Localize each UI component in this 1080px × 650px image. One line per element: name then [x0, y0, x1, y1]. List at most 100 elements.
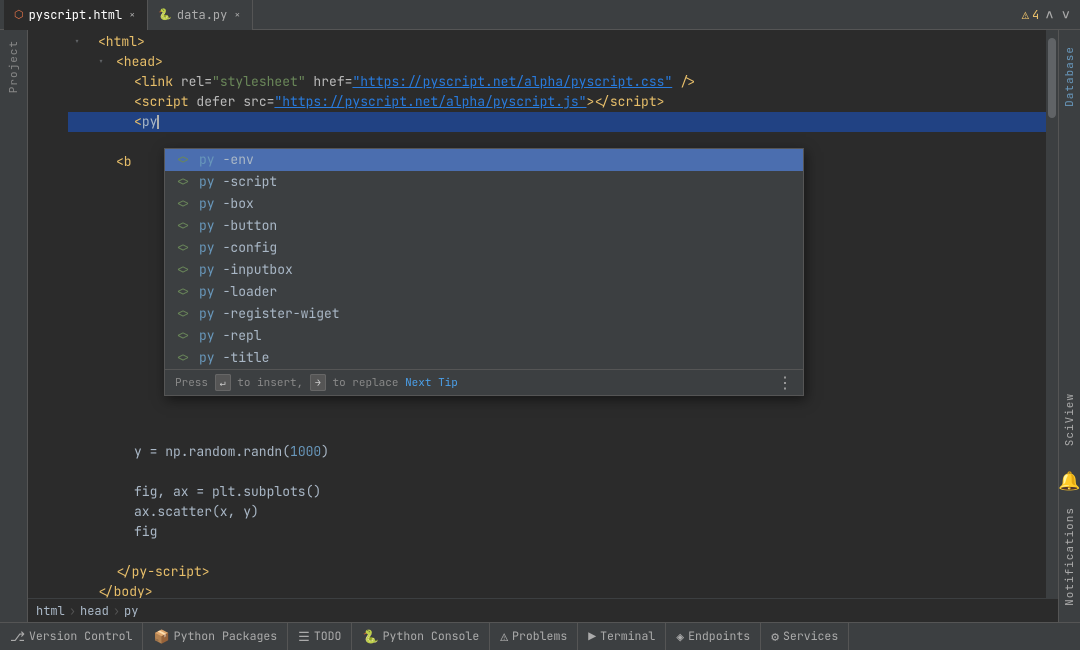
status-endpoints[interactable]: ◈ Endpoints: [666, 623, 761, 650]
tab-pyscript-label: pyscript.html: [29, 7, 123, 23]
ac-enter-key: ↵: [215, 374, 231, 391]
status-todo[interactable]: ☰ TODO: [288, 623, 352, 650]
status-endpoints-label: Endpoints: [688, 629, 750, 644]
left-gutter: Project: [0, 30, 28, 622]
py-file-icon: 🐍: [158, 8, 172, 22]
ac-item-py-script[interactable]: <> py-script: [165, 171, 803, 193]
editor-body: ▾ <html> ▾ <head> <link rel="stylesheet"…: [28, 30, 1058, 598]
tab-data-label: data.py: [177, 7, 227, 23]
status-python-packages-label: Python Packages: [174, 629, 278, 644]
code-line-5: <py: [68, 112, 1046, 132]
status-problems[interactable]: ⚠ Problems: [490, 623, 578, 650]
ac-item-py-loader[interactable]: <> py-loader: [165, 281, 803, 303]
code-line-y: y = np.random.randn(1000): [68, 442, 1046, 462]
warn-icon: ⚠: [1022, 7, 1029, 23]
tab-bar: ⬡ pyscript.html × 🐍 data.py × ⚠ 4 ∧ ∨: [0, 0, 1080, 30]
terminal-icon: ▶: [588, 628, 596, 645]
endpoints-icon: ◈: [676, 628, 684, 645]
code-line-fig: fig, ax = plt.subplots(): [68, 482, 1046, 502]
notification-icon[interactable]: 🔔: [1054, 466, 1080, 497]
scrollbar-thumb[interactable]: [1048, 38, 1056, 118]
tab-pyscript-close[interactable]: ×: [127, 7, 137, 22]
scrollbar-track[interactable]: [1046, 30, 1058, 598]
tab-data[interactable]: 🐍 data.py ×: [148, 0, 253, 30]
main-area: Project: [0, 30, 1080, 622]
python-console-icon: 🐍: [362, 628, 378, 645]
ac-item-py-env[interactable]: <> py-env: [165, 149, 803, 171]
ac-item-py-config[interactable]: <> py-config: [165, 237, 803, 259]
code-line-3: <link rel="stylesheet" href="https://pys…: [68, 72, 1046, 92]
services-icon: ⚙: [771, 628, 779, 645]
nav-down-arrow[interactable]: ∨: [1060, 4, 1072, 26]
ac-replace-label: to replace: [332, 376, 405, 390]
ac-tag-icon: <>: [175, 216, 191, 236]
ac-tag-icon: <>: [175, 304, 191, 324]
status-version-control[interactable]: ⎇ Version Control: [0, 623, 143, 650]
status-services-label: Services: [783, 629, 838, 644]
code-line-scatter: ax.scatter(x, y): [68, 502, 1046, 522]
ac-tag-icon: <>: [175, 150, 191, 170]
ac-next-tip[interactable]: Next Tip: [405, 376, 458, 390]
ac-more-button[interactable]: ⋮: [777, 373, 793, 393]
sciview-panel-button[interactable]: SciView: [1061, 383, 1079, 456]
code-line-pyscript-close: </py-script>: [68, 562, 1046, 582]
code-editor[interactable]: ▾ <html> ▾ <head> <link rel="stylesheet"…: [68, 30, 1046, 598]
ac-item-py-button[interactable]: <> py-button: [165, 215, 803, 237]
tab-pyscript[interactable]: ⬡ pyscript.html ×: [4, 0, 148, 30]
ac-tag-icon: <>: [175, 326, 191, 346]
breadcrumb-bar: html › head › py: [28, 598, 1058, 622]
ac-item-py-repl[interactable]: <> py-repl: [165, 325, 803, 347]
autocomplete-footer: Press ↵ to insert, → to replace Next Tip…: [165, 369, 803, 395]
autocomplete-dropdown: <> py-env <> py-script <> py-box <> py-b…: [164, 148, 804, 396]
ac-item-py-register-wiget[interactable]: <> py-register-wiget: [165, 303, 803, 325]
code-line-figvar: fig: [68, 522, 1046, 542]
project-label[interactable]: Project: [7, 40, 21, 93]
ac-item-py-title[interactable]: <> py-title: [165, 347, 803, 369]
todo-icon: ☰: [298, 628, 310, 645]
status-terminal[interactable]: ▶ Terminal: [578, 623, 666, 650]
status-terminal-label: Terminal: [600, 629, 655, 644]
breadcrumb-py[interactable]: py: [124, 603, 138, 619]
code-lines-lower: y = np.random.randn(1000) fig, ax = plt.…: [68, 442, 1046, 598]
ac-hint-text: Press ↵ to insert, → to replace Next Tip: [175, 373, 458, 393]
ac-item-py-box[interactable]: <> py-box: [165, 193, 803, 215]
ac-tag-icon: <>: [175, 260, 191, 280]
warn-count: 4: [1032, 7, 1039, 23]
status-todo-label: TODO: [314, 629, 342, 644]
ac-press-label: Press: [175, 376, 208, 390]
database-panel-button[interactable]: Database: [1061, 36, 1079, 117]
far-right-panel: Database SciView 🔔 Notifications: [1058, 30, 1080, 622]
ac-tag-icon: <>: [175, 194, 191, 214]
warning-badge[interactable]: ⚠ 4: [1022, 7, 1039, 23]
status-services[interactable]: ⚙ Services: [761, 623, 849, 650]
status-python-console[interactable]: 🐍 Python Console: [352, 623, 490, 650]
code-line-empty2: [68, 542, 1046, 562]
status-version-control-label: Version Control: [29, 629, 133, 644]
tab-data-close[interactable]: ×: [232, 7, 242, 22]
status-python-packages[interactable]: 📦 Python Packages: [143, 623, 288, 650]
nav-up-arrow[interactable]: ∧: [1043, 4, 1055, 26]
ac-tag-icon: <>: [175, 238, 191, 258]
ac-tag-icon: <>: [175, 282, 191, 302]
line-numbers: [28, 30, 68, 598]
problems-icon: ⚠: [500, 628, 508, 645]
code-line-2: ▾ <head>: [68, 52, 1046, 72]
breadcrumb-sep-2: ›: [113, 603, 120, 619]
code-line-4: <script defer src="https://pyscript.net/…: [68, 92, 1046, 112]
notifications-panel-button[interactable]: Notifications: [1061, 497, 1079, 616]
breadcrumb-sep-1: ›: [69, 603, 76, 619]
code-line-body-close: </body>: [68, 582, 1046, 598]
ac-tag-icon: <>: [175, 172, 191, 192]
version-control-icon: ⎇: [10, 628, 25, 645]
status-problems-label: Problems: [512, 629, 567, 644]
ac-item-py-inputbox[interactable]: <> py-inputbox: [165, 259, 803, 281]
ac-tag-icon: <>: [175, 348, 191, 368]
code-line-empty1: [68, 462, 1046, 482]
status-bar: ⎇ Version Control 📦 Python Packages ☰ TO…: [0, 622, 1080, 650]
breadcrumb-head[interactable]: head: [80, 603, 109, 619]
breadcrumb-html[interactable]: html: [36, 603, 65, 619]
ac-tab-key: →: [310, 374, 326, 391]
ac-insert-label: to insert,: [237, 376, 310, 390]
tab-bar-right: ⚠ 4 ∧ ∨: [1022, 4, 1080, 26]
status-python-console-label: Python Console: [383, 629, 480, 644]
